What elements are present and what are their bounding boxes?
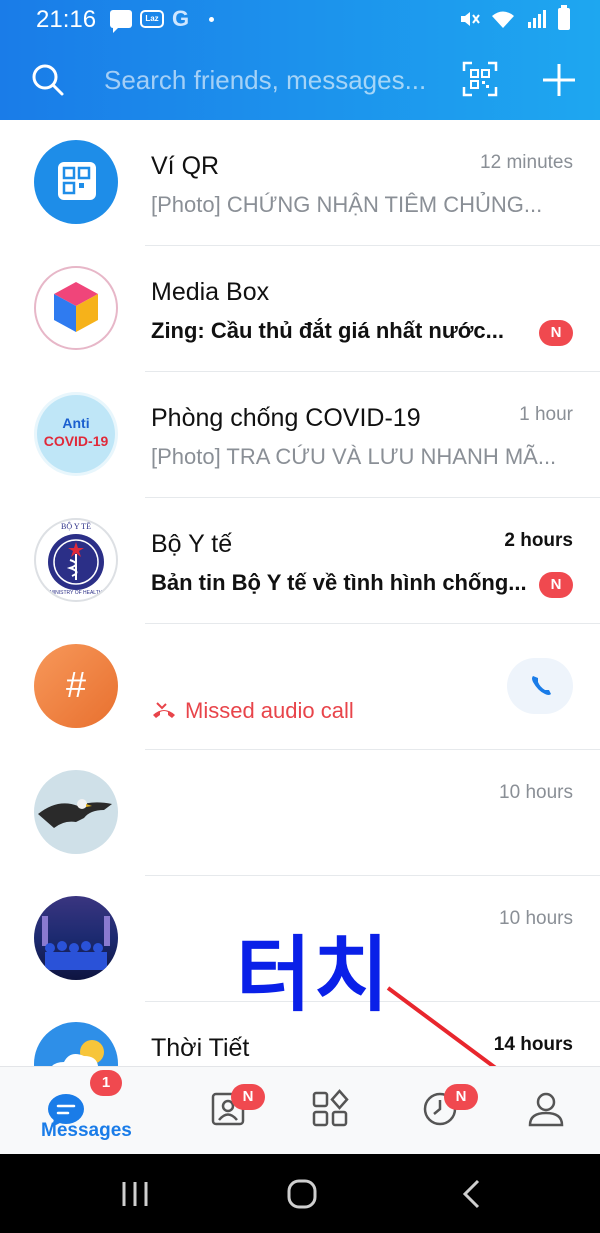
tab-contacts[interactable] [178,1067,278,1155]
emblem-bottom-text: MINISTRY OF HEALTH [49,590,103,596]
message-notification-icon [110,10,132,33]
conversation-preview: Bản tin Bộ Y tế về tình hình chống... [151,570,527,595]
avatar-hash-text: # [65,664,87,705]
emblem-top-text: BỘ Y TẾ [61,522,91,531]
status-time: 21:16 [36,6,97,33]
conversation-name: Phòng chống COVID-19 [151,404,421,432]
conversation-time: 1 hour [519,404,573,425]
conversation-time: 2 hours [504,530,573,551]
status-system-icons [458,5,570,30]
conversation-time: 10 hours [499,782,573,803]
tab-timeline[interactable] [390,1067,490,1155]
timeline-new-badge: N [444,1084,478,1110]
status-notification-icons: Laz G [110,6,215,33]
group-photo-icon [42,916,110,970]
call-back-button[interactable] [507,658,573,714]
touch-instruction-label: 터치 [236,930,391,1021]
conversation-name: Ví QR [151,152,220,180]
recent-apps-icon[interactable] [120,1180,150,1208]
qr-wallet-icon [58,162,96,200]
conversation-row[interactable]: # Missed audio call [0,624,600,750]
ministry-emblem-icon [48,534,104,590]
conversation-name: Bộ Y tế [151,530,233,558]
conversation-name: Thời Tiết [151,1034,250,1062]
search-input[interactable]: Search friends, messages... [104,65,426,96]
google-notification-icon: G [172,6,190,31]
lazada-notification-icon: Laz [140,10,164,28]
conversation-name: Media Box [151,278,270,306]
contacts-new-badge: N [231,1084,265,1110]
mute-icon [461,12,480,26]
qr-scan-icon[interactable] [462,61,498,97]
battery-icon [558,5,570,30]
home-icon[interactable] [286,1178,318,1210]
discover-grid-icon [312,1089,349,1127]
avatar: # [34,644,118,728]
media-box-cube-icon [54,282,98,332]
phone-icon [532,676,551,695]
eagle-photo-icon [38,799,112,828]
conversation-row[interactable]: BỘ Y TẾ MINISTRY OF HEALTH Bộ Y tế Bản t… [0,498,600,624]
conversation-row[interactable]: 10 hours [0,750,600,876]
avatar [34,140,118,224]
avatar-anti-text: Anti [62,415,90,431]
tab-profile[interactable] [496,1067,596,1155]
conversation-time: 12 minutes [480,152,573,173]
missed-call-icon [153,702,175,718]
conversation-row[interactable]: Anti COVID-19 Phòng chống COVID-19 [Phot… [0,372,600,498]
more-notifications-dot-icon [209,16,215,22]
wifi-icon [492,11,514,28]
add-plus-icon[interactable] [541,62,577,98]
conversation-time: 10 hours [499,908,573,929]
avatar [34,266,118,350]
avatar: Anti COVID-19 [34,392,118,476]
missed-call-status: Missed audio call [151,698,354,724]
conversation-preview: [Photo] CHỨNG NHẬN TIÊM CHỦNG... [151,192,543,217]
messages-count-badge: 1 [90,1070,122,1096]
missed-call-text: Missed audio call [185,698,354,723]
app-header: Search friends, messages... [0,40,600,120]
profile-person-icon [528,1092,564,1127]
signal-icon [528,10,546,28]
system-nav-bar [0,1154,600,1233]
conversation-preview: Zing: Cầu thủ đắt giá nhất nước... [151,318,504,343]
weather-cloud-icon [52,1040,104,1066]
conversation-row[interactable]: Ví QR [Photo] CHỨNG NHẬN TIÊM CHỦNG... 1… [0,120,600,246]
avatar [34,1022,118,1066]
avatar [34,896,118,980]
conversation-row[interactable]: Media Box Zing: Cầu thủ đắt giá nhất nướ… [0,246,600,372]
tab-discover[interactable] [280,1067,380,1155]
status-bar: 21:16 Laz G [0,0,600,40]
back-icon[interactable] [458,1178,484,1210]
conversation-preview: [Photo] TRA CỨU VÀ LƯU NHANH MÃ... [151,444,557,469]
avatar-covid-text: COVID-19 [43,433,109,449]
new-badge: N [539,572,573,598]
search-icon[interactable] [28,60,68,100]
avatar [34,770,118,854]
avatar: BỘ Y TẾ MINISTRY OF HEALTH [34,518,118,602]
tab-messages-label: Messages [41,1120,132,1141]
new-badge: N [539,320,573,346]
